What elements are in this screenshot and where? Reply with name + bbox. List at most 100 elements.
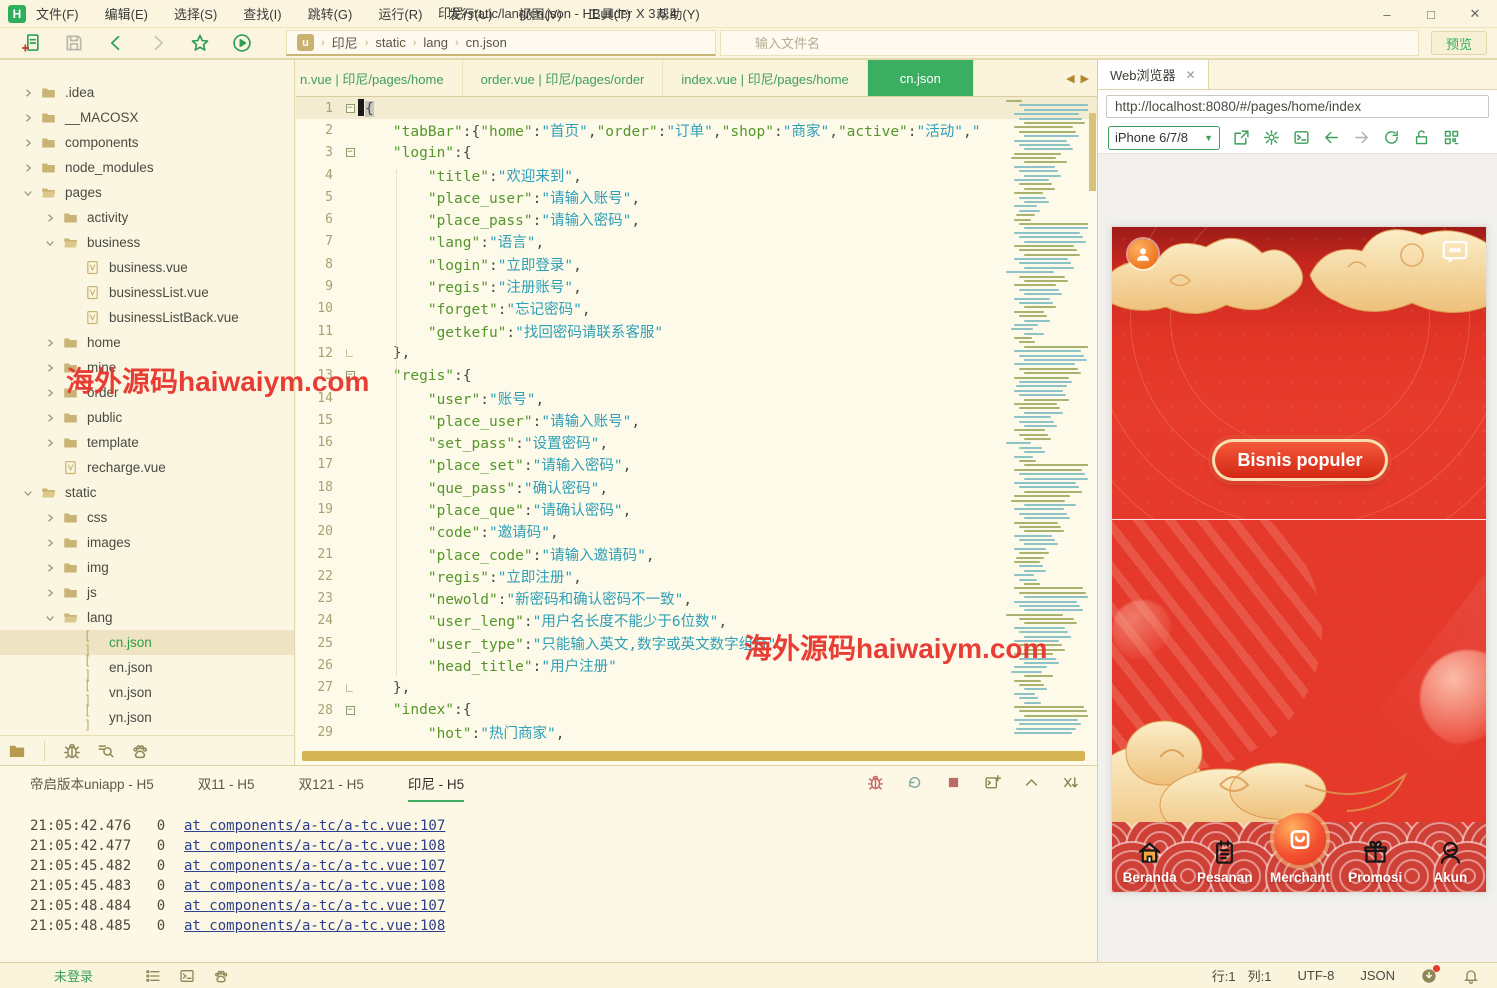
search-files-icon[interactable] xyxy=(97,742,115,760)
avatar[interactable] xyxy=(1128,239,1158,269)
code-line-12[interactable]: 12 }, xyxy=(296,342,1097,364)
chevron-right-icon[interactable] xyxy=(44,512,56,524)
vertical-scrollbar[interactable] xyxy=(1089,97,1097,747)
tree-item-template[interactable]: template xyxy=(0,430,294,455)
browser-tab[interactable]: Web浏览器 ✕ xyxy=(1098,60,1209,89)
code-editor[interactable]: n.vue | 印尼/pages/homeorder.vue | 印尼/page… xyxy=(296,60,1097,765)
breadcrumb-item[interactable]: cn.json xyxy=(466,35,507,50)
menu-跳转(G)[interactable]: 跳转(G) xyxy=(308,4,353,23)
open-external-icon[interactable] xyxy=(1233,129,1250,146)
code-line-6[interactable]: 6 "place_pass":"请输入密码", xyxy=(296,208,1097,230)
debug-bug-icon[interactable] xyxy=(63,742,81,760)
console-tab-3[interactable]: 印尼 - H5 xyxy=(408,766,464,802)
update-download-icon[interactable] xyxy=(1421,968,1437,984)
tree-item-node_modules[interactable]: node_modules xyxy=(0,155,294,180)
breadcrumb[interactable]: u › 印尼›static›lang›cn.json xyxy=(286,30,716,56)
tree-item-activity[interactable]: activity xyxy=(0,205,294,230)
code-line-27[interactable]: 27 }, xyxy=(296,677,1097,699)
new-file-icon[interactable] xyxy=(22,33,42,53)
tab-beranda[interactable]: Beranda xyxy=(1112,820,1187,892)
log-source-link[interactable]: at components/a-tc/a-tc.vue:107 xyxy=(184,818,445,834)
chevron-right-icon[interactable] xyxy=(22,87,34,99)
chevron-right-icon[interactable] xyxy=(44,337,56,349)
menu-选择(S)[interactable]: 选择(S) xyxy=(174,4,217,23)
filetype-indicator[interactable]: JSON xyxy=(1360,968,1395,983)
console-tab-2[interactable]: 双121 - H5 xyxy=(299,766,364,802)
log-source-link[interactable]: at components/a-tc/a-tc.vue:107 xyxy=(184,898,445,914)
clear-logs-icon[interactable] xyxy=(1062,774,1079,791)
merchant-bag-icon[interactable] xyxy=(1274,813,1326,865)
web-resources-icon[interactable] xyxy=(131,742,149,760)
chevron-right-icon[interactable] xyxy=(44,362,56,374)
minimap[interactable] xyxy=(1006,100,1088,745)
code-line-8[interactable]: 8 "login":"立即登录", xyxy=(296,253,1097,275)
tree-item-mine[interactable]: mine xyxy=(0,355,294,380)
chevron-right-icon[interactable] xyxy=(44,412,56,424)
code-line-25[interactable]: 25 "user_type":"只能输入英文,数字或英文数字组合", xyxy=(296,632,1097,654)
console-tab-0[interactable]: 帝启版本uniapp - H5 xyxy=(30,766,154,802)
tab-merchant[interactable]: Merchant xyxy=(1262,820,1337,892)
tab-promosi[interactable]: Promosi xyxy=(1338,820,1413,892)
chevron-down-icon[interactable] xyxy=(44,237,56,249)
files-panel-icon[interactable] xyxy=(8,742,26,760)
filter-funnel-icon[interactable] xyxy=(1394,35,1410,51)
tree-item-business.vue[interactable]: business.vue xyxy=(0,255,294,280)
chevron-right-icon[interactable] xyxy=(22,162,34,174)
code-line-14[interactable]: 14 "user":"账号", xyxy=(296,387,1097,409)
terminal-icon[interactable] xyxy=(179,968,195,984)
collapse-up-icon[interactable] xyxy=(1023,774,1040,791)
new-console-icon[interactable] xyxy=(984,774,1001,791)
log-source-link[interactable]: at components/a-tc/a-tc.vue:108 xyxy=(184,878,445,894)
code-line-17[interactable]: 17 "place_set":"请输入密码", xyxy=(296,454,1097,476)
tree-item-js[interactable]: js xyxy=(0,580,294,605)
tabs-scroll-right-icon[interactable]: ▶ xyxy=(1081,72,1089,85)
chevron-right-icon[interactable] xyxy=(44,212,56,224)
close-button[interactable]: ✕ xyxy=(1453,0,1497,28)
chevron-down-icon[interactable] xyxy=(44,612,56,624)
code-line-5[interactable]: 5 "place_user":"请输入账号", xyxy=(296,186,1097,208)
settings-gear-icon[interactable] xyxy=(1263,129,1280,146)
tree-item-businessList.vue[interactable]: businessList.vue xyxy=(0,280,294,305)
restart-icon[interactable] xyxy=(906,774,923,791)
breadcrumb-item[interactable]: lang xyxy=(423,35,448,50)
tree-item-images[interactable]: images xyxy=(0,530,294,555)
tree-item-pages[interactable]: pages xyxy=(0,180,294,205)
tree-item-recharge.vue[interactable]: recharge.vue xyxy=(0,455,294,480)
refresh-icon[interactable] xyxy=(1383,129,1400,146)
editor-tab-3[interactable]: cn.json xyxy=(868,60,974,96)
file-search-input[interactable] xyxy=(755,36,1386,51)
code-line-19[interactable]: 19 "place_que":"请确认密码", xyxy=(296,498,1097,520)
url-input[interactable] xyxy=(1106,95,1489,118)
maximize-button[interactable]: □ xyxy=(1409,0,1453,28)
chevron-right-icon[interactable] xyxy=(44,387,56,399)
tree-item-css[interactable]: css xyxy=(0,505,294,530)
tree-item-.idea[interactable]: .idea xyxy=(0,80,294,105)
code-line-23[interactable]: 23 "newold":"新密码和确认密码不一致", xyxy=(296,588,1097,610)
code-line-21[interactable]: 21 "place_code":"请输入邀请码", xyxy=(296,543,1097,565)
console-terminal-icon[interactable] xyxy=(1293,129,1310,146)
tree-item-public[interactable]: public xyxy=(0,405,294,430)
tree-item-business[interactable]: business xyxy=(0,230,294,255)
chevron-down-icon[interactable] xyxy=(22,487,34,499)
log-source-link[interactable]: at components/a-tc/a-tc.vue:107 xyxy=(184,858,445,874)
code-line-30[interactable]: 30 "cancel":"取消" xyxy=(296,744,1097,747)
encoding-indicator[interactable]: UTF-8 xyxy=(1297,968,1334,983)
editor-tab-1[interactable]: order.vue | 印尼/pages/order xyxy=(463,60,664,96)
code-line-1[interactable]: 1−{ xyxy=(296,97,1097,119)
tree-item-img[interactable]: img xyxy=(0,555,294,580)
chevron-right-icon[interactable] xyxy=(44,537,56,549)
web-resources-icon[interactable] xyxy=(213,968,229,984)
bell-icon[interactable] xyxy=(1463,968,1479,984)
code-line-9[interactable]: 9 "regis":"注册账号", xyxy=(296,275,1097,297)
code-line-13[interactable]: 13− "regis":{ xyxy=(296,365,1097,387)
run-icon[interactable] xyxy=(232,33,252,53)
file-search-box[interactable] xyxy=(720,30,1419,56)
arrow-left-icon[interactable] xyxy=(1323,129,1340,146)
arrow-right-icon[interactable] xyxy=(1353,129,1370,146)
chevron-down-icon[interactable] xyxy=(22,187,34,199)
tree-item-businessListBack.vue[interactable]: businessListBack.vue xyxy=(0,305,294,330)
horizontal-scrollbar[interactable] xyxy=(302,751,1085,761)
breadcrumb-item[interactable]: 印尼 xyxy=(332,33,358,52)
tree-item-home[interactable]: home xyxy=(0,330,294,355)
chevron-right-icon[interactable] xyxy=(44,562,56,574)
